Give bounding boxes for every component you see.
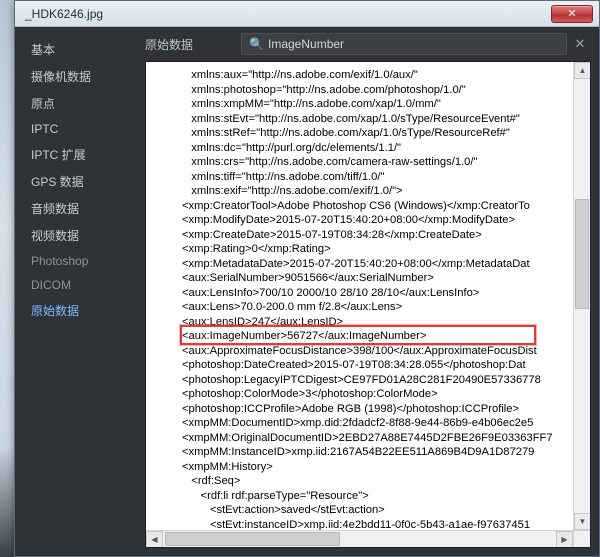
sidebar-label: 摄像机数据 bbox=[31, 70, 91, 84]
scroll-corner bbox=[573, 530, 590, 547]
window-title: _HDK6246.jpg bbox=[21, 7, 551, 21]
metadata-window: _HDK6246.jpg ✕ 基本 摄像机数据 原点 IPTC IPTC 扩展 … bbox=[14, 0, 600, 557]
sidebar-item-photoshop[interactable]: Photoshop bbox=[25, 250, 137, 272]
sidebar-label: 基本 bbox=[31, 43, 55, 57]
main-panel: 原始数据 🔍 ✕ xmlns:aux="http://ns.adobe.com/… bbox=[137, 27, 599, 556]
sidebar-label: 原始数据 bbox=[31, 304, 79, 318]
vertical-scrollbar[interactable]: ▲ ▼ bbox=[573, 62, 590, 530]
content-frame: xmlns:aux="http://ns.adobe.com/exif/1.0/… bbox=[145, 61, 591, 548]
sidebar-item-origin[interactable]: 原点 bbox=[25, 91, 137, 116]
sidebar: 基本 摄像机数据 原点 IPTC IPTC 扩展 GPS 数据 音频数据 视频数… bbox=[15, 27, 137, 556]
hscroll-track[interactable] bbox=[163, 531, 556, 547]
sidebar-item-video[interactable]: 视频数据 bbox=[25, 223, 137, 248]
sidebar-label: GPS 数据 bbox=[31, 175, 84, 189]
desktop-background: _HDK6246.jpg ✕ 基本 摄像机数据 原点 IPTC IPTC 扩展 … bbox=[0, 0, 600, 557]
sidebar-label: 视频数据 bbox=[31, 229, 79, 243]
content-scroll[interactable]: xmlns:aux="http://ns.adobe.com/exif/1.0/… bbox=[146, 62, 590, 547]
sidebar-item-rawdata[interactable]: 原始数据 bbox=[25, 298, 137, 323]
window-close-button[interactable]: ✕ bbox=[551, 5, 593, 23]
panel-title: 原始数据 bbox=[145, 36, 241, 53]
sidebar-item-basic[interactable]: 基本 bbox=[25, 37, 137, 62]
vscroll-thumb[interactable] bbox=[575, 199, 589, 309]
close-icon: ✕ bbox=[575, 36, 586, 52]
window-body: 基本 摄像机数据 原点 IPTC IPTC 扩展 GPS 数据 音频数据 视频数… bbox=[15, 27, 599, 556]
close-icon: ✕ bbox=[567, 7, 576, 20]
sidebar-item-camera[interactable]: 摄像机数据 bbox=[25, 64, 137, 89]
sidebar-item-dicom[interactable]: DICOM bbox=[25, 274, 137, 296]
sidebar-label: 音频数据 bbox=[31, 202, 79, 216]
filter-wrap: 🔍 bbox=[241, 33, 567, 55]
sidebar-label: IPTC 扩展 bbox=[31, 148, 86, 162]
vscroll-track[interactable] bbox=[574, 79, 590, 513]
main-header: 原始数据 🔍 ✕ bbox=[137, 27, 599, 61]
sidebar-label: DICOM bbox=[31, 278, 71, 292]
scroll-down-button[interactable]: ▼ bbox=[574, 513, 590, 530]
sidebar-label: Photoshop bbox=[31, 254, 88, 268]
sidebar-label: 原点 bbox=[31, 97, 55, 111]
filter-input[interactable] bbox=[241, 33, 567, 55]
filter-clear-button[interactable]: ✕ bbox=[569, 33, 591, 55]
titlebar[interactable]: _HDK6246.jpg ✕ bbox=[15, 1, 599, 27]
scroll-left-button[interactable]: ◀ bbox=[146, 531, 163, 547]
horizontal-scrollbar[interactable]: ◀ ▶ bbox=[146, 530, 573, 547]
hscroll-thumb[interactable] bbox=[165, 532, 340, 546]
sidebar-item-iptc[interactable]: IPTC bbox=[25, 118, 137, 140]
sidebar-item-iptc-ext[interactable]: IPTC 扩展 bbox=[25, 142, 137, 167]
sidebar-label: IPTC bbox=[31, 122, 58, 136]
sidebar-item-gps[interactable]: GPS 数据 bbox=[25, 169, 137, 194]
raw-xml-text[interactable]: xmlns:aux="http://ns.adobe.com/exif/1.0/… bbox=[146, 62, 590, 547]
sidebar-item-audio[interactable]: 音频数据 bbox=[25, 196, 137, 221]
scroll-up-button[interactable]: ▲ bbox=[574, 62, 590, 79]
scroll-right-button[interactable]: ▶ bbox=[556, 531, 573, 547]
